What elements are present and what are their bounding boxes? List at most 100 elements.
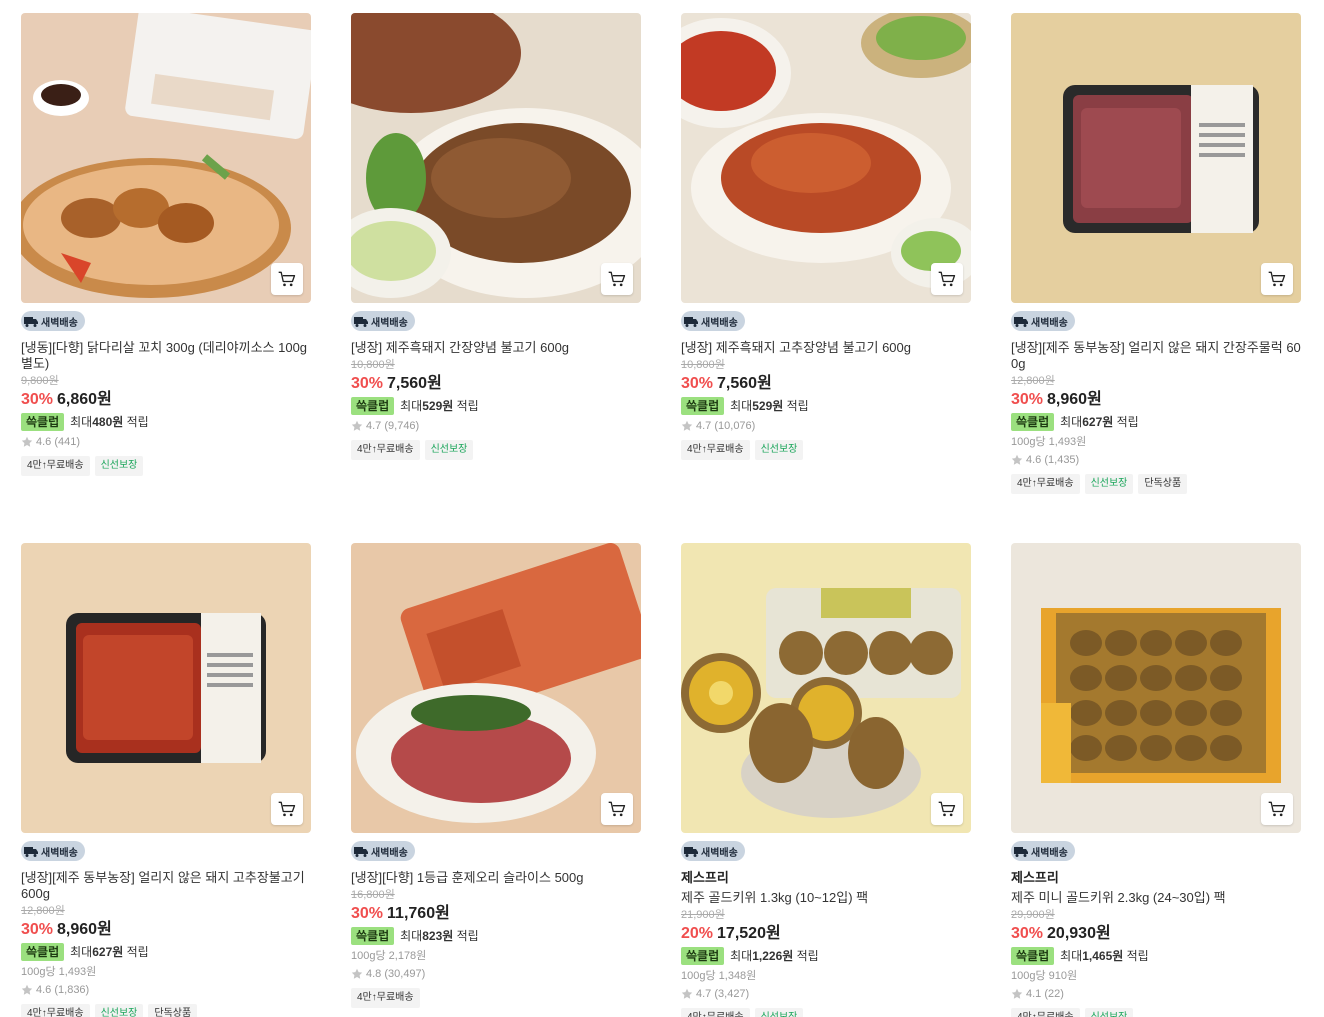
sale-price: 17,520원 bbox=[717, 925, 781, 942]
dawn-delivery-badge: 새벽배송 bbox=[681, 311, 745, 331]
review-count: (1,836) bbox=[54, 984, 90, 996]
price-row: 20% 17,520원 bbox=[681, 924, 971, 944]
product-card[interactable]: 새벽배송 [냉동][다향] 닭다리살 꼬치 300g (데리야끼소스 100g … bbox=[21, 13, 311, 476]
product-image[interactable] bbox=[681, 13, 971, 303]
product-name[interactable]: [냉장] 제주흑돼지 고추장양념 불고기 600g bbox=[681, 340, 971, 356]
product-card[interactable]: 새벽배송 [냉장] 제주흑돼지 고추장양념 불고기 600g 10,800원 3… bbox=[681, 13, 971, 460]
reward-prefix: 최대 bbox=[400, 399, 423, 413]
reward-suffix: 적립 bbox=[796, 949, 819, 963]
product-card[interactable]: 새벽배송 제스프리 제주 미니 골드키위 2.3kg (24~30입) 팩 29… bbox=[1011, 543, 1301, 1017]
free-shipping-chip: 4만↑무료배송 bbox=[1011, 1008, 1080, 1017]
discount-rate: 30% bbox=[1011, 925, 1044, 942]
add-to-cart-button[interactable] bbox=[931, 263, 963, 295]
badge-label: 새벽배송 bbox=[1031, 847, 1068, 859]
reward-suffix: 적립 bbox=[126, 415, 149, 429]
discount-rate: 30% bbox=[351, 375, 384, 392]
add-to-cart-button[interactable] bbox=[1261, 793, 1293, 825]
product-image[interactable] bbox=[1011, 543, 1301, 833]
add-to-cart-button[interactable] bbox=[931, 793, 963, 825]
reward-tag: 쓱클럽 bbox=[21, 413, 65, 431]
truck-icon bbox=[684, 847, 698, 857]
rating-value: 4.6 bbox=[36, 436, 52, 448]
brand-name[interactable]: 제스프리 bbox=[1011, 870, 1301, 886]
original-price: 12,800원 bbox=[1011, 375, 1055, 387]
review-count: (441) bbox=[54, 436, 81, 448]
badge-label: 새벽배송 bbox=[371, 847, 408, 859]
rating-value: 4.7 bbox=[696, 420, 712, 432]
product-image[interactable] bbox=[1011, 13, 1301, 303]
product-name[interactable]: 제주 미니 골드키위 2.3kg (24~30입) 팩 bbox=[1011, 890, 1301, 906]
product-image[interactable] bbox=[21, 13, 311, 303]
reward-row: 쓱클럽 최대 627원 적립 bbox=[21, 943, 311, 961]
original-price: 10,800원 bbox=[681, 359, 725, 371]
product-name[interactable]: [냉장][제주 동부농장] 얼리지 않은 돼지 간장주물럭 600g bbox=[1011, 340, 1301, 372]
add-to-cart-button[interactable] bbox=[601, 263, 633, 295]
unit-price: 100g당 1,493원 bbox=[21, 966, 97, 978]
reward-amount: 480원 bbox=[92, 415, 124, 429]
free-shipping-chip: 4만↑무료배송 bbox=[1011, 474, 1080, 494]
product-name[interactable]: 제주 골드키위 1.3kg (10~12입) 팩 bbox=[681, 890, 971, 906]
price-row: 30% 8,960원 bbox=[1011, 390, 1301, 410]
add-to-cart-button[interactable] bbox=[1261, 263, 1293, 295]
chip-row: 4만↑무료배송 신선보장 bbox=[351, 440, 641, 460]
unit-price: 100g당 910원 bbox=[1011, 970, 1078, 982]
review-count: (9,746) bbox=[384, 420, 420, 432]
fresh-guarantee-chip: 신선보장 bbox=[1084, 474, 1134, 494]
product-image[interactable] bbox=[351, 543, 641, 833]
truck-icon bbox=[1014, 317, 1028, 327]
reward-amount: 1,226원 bbox=[752, 949, 794, 963]
reward-tag: 쓱클럽 bbox=[681, 947, 725, 965]
product-name[interactable]: [냉장] 제주흑돼지 간장양념 불고기 600g bbox=[351, 340, 641, 356]
fresh-guarantee-chip: 신선보장 bbox=[1084, 1008, 1134, 1017]
add-to-cart-button[interactable] bbox=[271, 263, 303, 295]
sale-price: 6,860원 bbox=[57, 391, 112, 408]
product-name[interactable]: [냉장][다향] 1등급 훈제오리 슬라이스 500g bbox=[351, 870, 641, 886]
product-photo bbox=[1011, 13, 1301, 303]
product-image[interactable] bbox=[21, 543, 311, 833]
product-card[interactable]: 새벽배송 제스프리 제주 골드키위 1.3kg (10~12입) 팩 21,90… bbox=[681, 543, 971, 1017]
cart-icon bbox=[278, 801, 296, 817]
brand-name[interactable]: 제스프리 bbox=[681, 870, 971, 886]
product-photo bbox=[351, 543, 641, 833]
rating-value: 4.7 bbox=[696, 988, 712, 1000]
free-shipping-chip: 4만↑무료배송 bbox=[681, 1008, 750, 1017]
reward-suffix: 적립 bbox=[1116, 415, 1139, 429]
product-image[interactable] bbox=[681, 543, 971, 833]
add-to-cart-button[interactable] bbox=[601, 793, 633, 825]
add-to-cart-button[interactable] bbox=[271, 793, 303, 825]
product-name[interactable]: [냉동][다향] 닭다리살 꼬치 300g (데리야끼소스 100g 별도) bbox=[21, 340, 311, 372]
price-row: 30% 20,930원 bbox=[1011, 924, 1301, 944]
product-card[interactable]: 새벽배송 [냉장][제주 동부농장] 얼리지 않은 돼지 고추장불고기 600g… bbox=[21, 543, 311, 1017]
rating-row: 4.8 (30,497) bbox=[351, 967, 641, 981]
unit-price: 100g당 2,178원 bbox=[351, 950, 427, 962]
reward-amount: 627원 bbox=[1082, 415, 1114, 429]
rating-row: 4.6 (1,836) bbox=[21, 983, 311, 997]
star-icon bbox=[681, 988, 693, 999]
rating-value: 4.6 bbox=[36, 984, 52, 996]
unit-price: 100g당 1,348원 bbox=[681, 970, 757, 982]
reward-tag: 쓱클럽 bbox=[351, 397, 395, 415]
discount-rate: 30% bbox=[681, 375, 714, 392]
reward-prefix: 최대 bbox=[70, 945, 93, 959]
price-row: 30% 8,960원 bbox=[21, 920, 311, 940]
product-card[interactable]: 새벽배송 [냉장][다향] 1등급 훈제오리 슬라이스 500g 16,800원… bbox=[351, 543, 641, 1008]
dawn-delivery-badge: 새벽배송 bbox=[681, 841, 745, 861]
review-count: (10,076) bbox=[714, 420, 756, 432]
sale-price: 11,760원 bbox=[387, 905, 450, 922]
fresh-guarantee-chip: 신선보장 bbox=[94, 456, 144, 476]
star-icon bbox=[1011, 988, 1023, 999]
star-icon bbox=[21, 436, 33, 447]
reward-amount: 823원 bbox=[422, 929, 454, 943]
rating-row: 4.1 (22) bbox=[1011, 987, 1301, 1001]
truck-icon bbox=[1014, 847, 1028, 857]
rating-value: 4.7 bbox=[366, 420, 382, 432]
product-card[interactable]: 새벽배송 [냉장][제주 동부농장] 얼리지 않은 돼지 간장주물럭 600g … bbox=[1011, 13, 1301, 494]
product-name[interactable]: [냉장][제주 동부농장] 얼리지 않은 돼지 고추장불고기 600g bbox=[21, 870, 311, 902]
truck-icon bbox=[684, 317, 698, 327]
discount-rate: 20% bbox=[681, 925, 714, 942]
original-price: 12,800원 bbox=[21, 905, 65, 917]
product-card[interactable]: 새벽배송 [냉장] 제주흑돼지 간장양념 불고기 600g 10,800원 30… bbox=[351, 13, 641, 460]
product-image[interactable] bbox=[351, 13, 641, 303]
reward-amount: 1,465원 bbox=[1082, 949, 1124, 963]
rating-row: 4.7 (9,746) bbox=[351, 419, 641, 433]
